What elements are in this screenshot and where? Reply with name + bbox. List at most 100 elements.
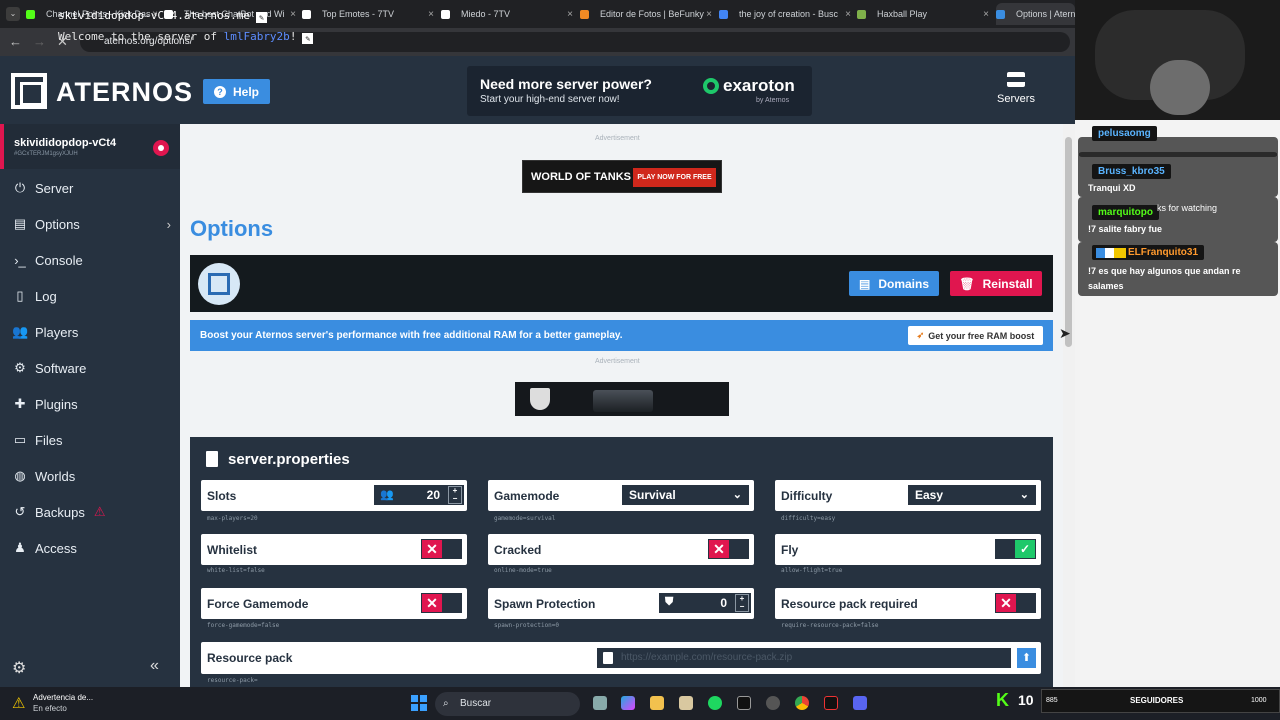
sidebar-item-server[interactable]: ⏻ Server: [0, 170, 180, 206]
close-tab-icon[interactable]: ×: [983, 9, 989, 20]
scrollbar-thumb[interactable]: [1065, 137, 1072, 347]
browser-tab[interactable]: Top Emotes - 7TV ×: [302, 3, 436, 25]
sidebar-item-label: Worlds: [35, 468, 76, 484]
close-tab-icon[interactable]: ×: [290, 9, 296, 20]
rocket-icon: ➶: [916, 330, 925, 340]
browser-tab[interactable]: Haxball Play ×: [857, 3, 991, 25]
domains-label: Domains: [878, 276, 930, 291]
help-button[interactable]: ? Help: [203, 79, 270, 104]
app-icon[interactable]: [679, 696, 693, 710]
wot-shield-icon: [530, 388, 550, 410]
close-tab-icon[interactable]: ×: [845, 9, 851, 20]
resource-pack-required-toggle[interactable]: ✕: [995, 593, 1036, 613]
spawn-protection-stepper[interactable]: + −: [735, 594, 749, 612]
resource-pack-input[interactable]: https://example.com/resource-pack.zip: [597, 648, 1011, 668]
ad-banner-bottom[interactable]: [515, 382, 729, 416]
edit-address-icon[interactable]: ✎: [256, 12, 268, 23]
browser-tab[interactable]: Options | Aterno: [996, 3, 1075, 25]
fly-toggle[interactable]: ✓: [995, 539, 1036, 559]
cracked-toggle[interactable]: ✕: [708, 539, 749, 559]
discord-icon[interactable]: [853, 696, 867, 710]
browser-tab[interactable]: the joy of creation - Busc ×: [719, 3, 853, 25]
file-explorer-icon[interactable]: [650, 696, 664, 710]
difficulty-value: Easy: [915, 488, 944, 502]
chrome-icon[interactable]: [795, 696, 809, 710]
trash-icon: 🗑: [959, 276, 975, 291]
close-tab-icon[interactable]: ×: [706, 9, 712, 20]
whitelist-toggle[interactable]: ✕: [421, 539, 462, 559]
epic-games-icon[interactable]: [737, 696, 751, 710]
sidebar-item-software[interactable]: ⚙ Software: [0, 350, 180, 386]
resource-pack-required-label: Resource pack required: [781, 597, 918, 611]
warning-icon[interactable]: ⚠: [12, 694, 25, 712]
server-motd: Welcome to the server of lmlFabry2b! ✎: [58, 30, 314, 44]
ad-banner-top[interactable]: WORLD OF TANKS PLAY NOW FOR FREE: [522, 160, 722, 193]
spawn-protection-input[interactable]: ⛊ 0 + −: [659, 593, 751, 613]
sidebar-item-files[interactable]: ▭ Files: [0, 422, 180, 458]
reinstall-button[interactable]: 🗑 Reinstall: [950, 271, 1042, 296]
site-logo-text[interactable]: ATERNOS: [56, 77, 193, 108]
windows-start-icon[interactable]: [411, 695, 427, 711]
servers-button[interactable]: Servers: [996, 72, 1036, 105]
ram-boost-text: Boost your Aternos server's performance …: [200, 330, 623, 341]
chat-text-2: Tranqui XD: [1088, 183, 1136, 193]
help-label: Help: [233, 84, 260, 99]
upload-button[interactable]: ⬆: [1017, 648, 1036, 668]
sidebar-item-console[interactable]: ›_ Console: [0, 242, 180, 278]
tiktok-icon[interactable]: [824, 696, 838, 710]
sidebar-item-backups[interactable]: ↺ Backups ⚠: [0, 494, 180, 530]
sidebar-item-label: Plugins: [35, 396, 78, 412]
ad-play-button[interactable]: PLAY NOW FOR FREE: [633, 168, 716, 187]
force-gamemode-toggle[interactable]: ✕: [421, 593, 462, 613]
whitelist-option: Whitelist ✕: [201, 534, 467, 565]
sidebar-item-players[interactable]: 👥 Players: [0, 314, 180, 350]
taskbar-search[interactable]: ⌕ Buscar: [435, 692, 580, 716]
collapse-sidebar-icon[interactable]: «: [150, 657, 159, 675]
ad-label: Advertisement: [595, 135, 640, 142]
ram-boost-button[interactable]: ➶ Get your free RAM boost: [908, 326, 1043, 345]
gamemode-select[interactable]: Survival ⌄: [622, 485, 749, 505]
task-view-icon[interactable]: [593, 696, 607, 710]
cogs-icon: ⚙: [14, 360, 26, 375]
sidebar-item-access[interactable]: ♟ Access: [0, 530, 180, 566]
reinstall-label: Reinstall: [982, 276, 1033, 291]
close-tab-icon[interactable]: ×: [567, 9, 573, 20]
taskbar-search-label: Buscar: [460, 698, 492, 709]
sidebar-item-log[interactable]: ▯ Log: [0, 278, 180, 314]
taskbar-alert-title[interactable]: Advertencia de...: [33, 693, 93, 702]
browser-tab[interactable]: Miedo - 7TV ×: [441, 3, 575, 25]
back-icon[interactable]: ←: [9, 34, 22, 49]
mouse-cursor-icon: ➤: [1059, 325, 1071, 341]
aternos-logo-icon[interactable]: [11, 73, 47, 109]
server-address[interactable]: skivididopdop-vCt4.aternos.me ✎: [58, 9, 268, 23]
question-icon: ?: [214, 85, 226, 98]
users-icon: 👥: [380, 489, 394, 501]
forward-icon[interactable]: →: [33, 34, 46, 49]
spotify-icon[interactable]: [708, 696, 722, 710]
sidebar-item-options[interactable]: ▤ Options ›: [0, 206, 180, 242]
obs-icon[interactable]: [766, 696, 780, 710]
settings-gear-icon[interactable]: ⚙: [12, 658, 26, 678]
browser-tab[interactable]: Editor de Fotos | BeFunky ×: [580, 3, 714, 25]
motd-prefix: Welcome to the server of: [58, 30, 224, 43]
tab-title: the joy of creation - Busc: [739, 9, 839, 19]
domains-button[interactable]: ▤ Domains: [849, 271, 939, 296]
chat-text-4: !7 es que hay algunos que andan re salam…: [1088, 266, 1241, 291]
kick-logo-icon: K: [996, 690, 1009, 710]
sidebar-item-label: Console: [35, 252, 83, 268]
server-id: #GCxTERJM1gsyXJUH: [14, 151, 78, 157]
sidebar-item-plugins[interactable]: ✚ Plugins: [0, 386, 180, 422]
copilot-icon[interactable]: [621, 696, 635, 710]
close-tab-icon[interactable]: ×: [428, 9, 434, 20]
users-icon: 👥: [12, 324, 29, 339]
edit-motd-icon[interactable]: ✎: [302, 33, 314, 44]
sidebar-item-worlds[interactable]: ◍ Worlds: [0, 458, 180, 494]
tab-favicon-icon: [302, 9, 311, 19]
tab-title: Editor de Fotos | BeFunky: [600, 9, 704, 19]
slots-input[interactable]: 👥 20 + −: [374, 485, 464, 505]
difficulty-select[interactable]: Easy ⌄: [908, 485, 1036, 505]
exaroton-promo-banner[interactable]: Need more server power? Start your high-…: [467, 66, 812, 116]
tab-search-button[interactable]: ⌄: [6, 7, 20, 21]
chevron-down-icon: ⌄: [732, 489, 742, 501]
slots-stepper[interactable]: + −: [448, 486, 462, 504]
